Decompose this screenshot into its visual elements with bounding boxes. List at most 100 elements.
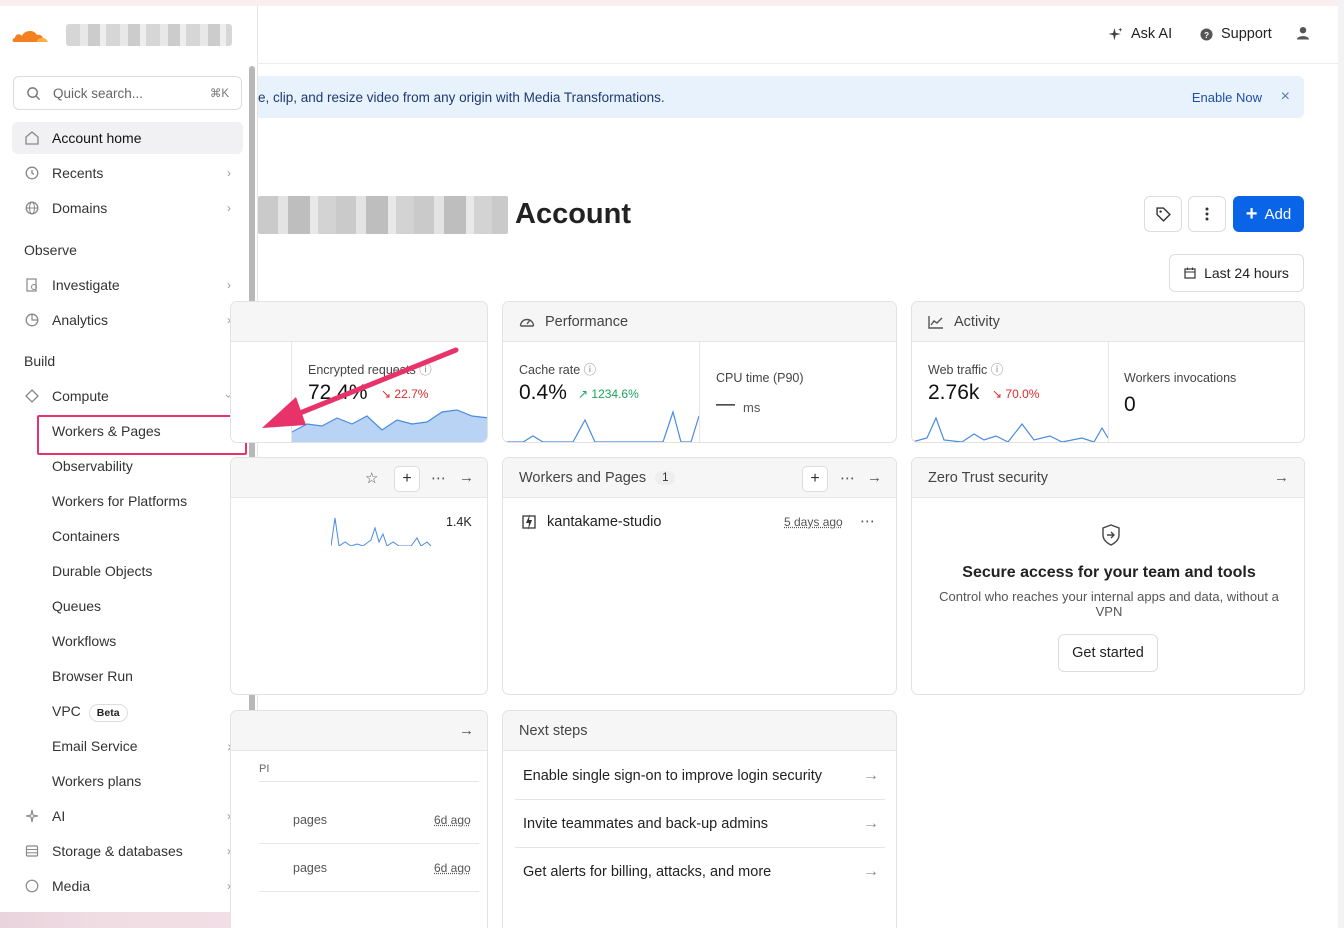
cache-rate-label: Cache rate ⓘ (519, 359, 596, 378)
divider (1108, 342, 1109, 442)
more-horizontal-icon[interactable]: ⋯ (840, 469, 855, 487)
info-icon: ⓘ (419, 363, 432, 377)
step-label: Invite teammates and back-up admins (523, 816, 768, 832)
sparkle-icon (1108, 27, 1123, 42)
arrow-right-icon: → (863, 863, 879, 881)
right-edge-strip (1338, 0, 1344, 928)
sidebar-label: Domains (52, 200, 107, 216)
sidebar-item-storage[interactable]: Storage & databases › (12, 835, 243, 867)
divider (699, 342, 700, 442)
account-name-redacted (258, 196, 508, 234)
sparkle-icon (24, 808, 40, 824)
enable-now-link[interactable]: Enable Now (1192, 90, 1262, 105)
card-title: Activity (954, 314, 1000, 330)
add-label: Add (1264, 206, 1291, 223)
ask-ai-button[interactable]: Ask AI (1108, 26, 1172, 42)
worker-time: 5 days ago (784, 515, 843, 529)
date-range-label: Last 24 hours (1204, 265, 1289, 281)
plus-icon: + (1246, 203, 1258, 226)
card-title: Next steps (519, 723, 588, 739)
chevron-right-icon: › (227, 278, 231, 292)
support-button[interactable]: ? Support (1200, 26, 1272, 42)
sidebar-label: Analytics (52, 312, 108, 328)
activity-card: Activity Web traffic ⓘ 2.76k ↘ 70.0% Wor… (911, 301, 1305, 443)
row-time: 6d ago (434, 813, 471, 827)
card-title: Zero Trust security (928, 470, 1048, 486)
workers-invocations-value: 0 (1124, 393, 1136, 417)
chevron-right-icon: › (227, 166, 231, 180)
close-icon[interactable]: × (1281, 88, 1290, 106)
next-steps-card: Next steps Enable single sign-on to impr… (502, 710, 897, 928)
user-menu-button[interactable] (1296, 26, 1318, 40)
sidebar-label: VPC (52, 703, 81, 719)
add-worker-button[interactable]: + (802, 466, 828, 492)
zt-description: Control who reaches your internal apps a… (928, 589, 1290, 619)
more-horizontal-icon[interactable]: ⋯ (431, 469, 446, 487)
section-observe: Observe (24, 242, 77, 258)
arrow-right-icon[interactable]: → (1274, 469, 1289, 486)
home-icon (24, 130, 40, 146)
more-options-button[interactable] (1188, 196, 1226, 232)
sidebar-label: Recents (52, 165, 103, 181)
date-range-button[interactable]: Last 24 hours (1169, 254, 1304, 292)
performance-card: Performance Cache rate ⓘ 0.4% ↗ 1234.6% … (502, 301, 897, 443)
card-title: Performance (545, 314, 628, 330)
sidebar-sub-workers-for-platforms[interactable]: Workers for Platforms (52, 493, 187, 509)
sidebar-sub-observability[interactable]: Observability (52, 458, 133, 474)
sidebar-item-recents[interactable]: Recents › (12, 157, 243, 189)
next-step-alerts[interactable]: Get alerts for billing, attacks, and mor… (515, 848, 885, 896)
add-button[interactable]: + Add (1233, 196, 1304, 232)
sidebar-label: Account home (52, 130, 142, 146)
cpu-time-unit: ms (743, 400, 760, 415)
workers-invocations-label: Workers invocations (1124, 371, 1236, 385)
worker-bolt-icon (521, 513, 537, 531)
tag-button[interactable] (1144, 196, 1182, 232)
sidebar-sub-workers-plans[interactable]: Workers plans (52, 773, 141, 789)
media-transformations-banner: e, clip, and resize video from any origi… (258, 76, 1304, 118)
sidebar-label: Storage & databases (52, 843, 183, 859)
sidebar-item-ai[interactable]: AI › (12, 800, 243, 832)
cpu-time-label: CPU time (P90) (716, 371, 804, 385)
sidebar-item-investigate[interactable]: Investigate › (12, 269, 243, 301)
top-header: Ask AI ? Support (258, 6, 1338, 64)
banner-text: e, clip, and resize video from any origi… (258, 90, 665, 105)
step-label: Enable single sign-on to improve login s… (523, 768, 822, 784)
metric-label: Encrypted requests (308, 363, 416, 377)
account-name-redacted[interactable] (66, 24, 232, 46)
more-horizontal-icon[interactable]: ⋯ (860, 512, 875, 530)
web-traffic-delta: ↘ 70.0% (992, 387, 1039, 401)
sidebar-sub-containers[interactable]: Containers (52, 528, 120, 544)
clock-icon (24, 165, 40, 181)
sidebar-sub-queues[interactable]: Queues (52, 598, 101, 614)
sidebar-item-domains[interactable]: Domains › (12, 192, 243, 224)
next-step-invite[interactable]: Invite teammates and back-up admins → (515, 800, 885, 848)
get-started-button[interactable]: Get started (1058, 634, 1158, 672)
sidebar-label: Compute (52, 388, 109, 404)
sidebar-item-compute[interactable]: Compute › (12, 380, 243, 412)
globe-icon (24, 200, 40, 216)
ask-ai-label: Ask AI (1131, 26, 1172, 42)
arrow-right-icon[interactable]: → (459, 469, 474, 486)
add-domain-button[interactable]: + (394, 466, 420, 492)
arrow-right-icon: → (863, 767, 879, 785)
sidebar-sub-email-service[interactable]: Email Service › (52, 738, 232, 754)
arrow-right-icon[interactable]: → (867, 469, 882, 486)
sidebar-sub-workflows[interactable]: Workflows (52, 633, 116, 649)
sidebar-item-account-home[interactable]: Account home (12, 122, 243, 154)
step-label: Get alerts for billing, attacks, and mor… (523, 864, 771, 880)
investigate-icon (24, 277, 40, 293)
sidebar-sub-durable-objects[interactable]: Durable Objects (52, 563, 152, 579)
arrow-right-icon[interactable]: → (459, 722, 474, 739)
cloudflare-logo-icon[interactable] (10, 26, 50, 46)
sidebar-item-media[interactable]: Media › (12, 870, 243, 902)
encrypted-requests-label: Encrypted requests ⓘ (308, 359, 432, 378)
star-icon[interactable]: ☆ (365, 469, 378, 487)
quick-search-input[interactable]: Quick search... ⌘K (13, 76, 242, 110)
shield-icon (1101, 524, 1121, 546)
worker-name-link[interactable]: kantakame-studio (547, 514, 661, 530)
sidebar-sub-vpc[interactable]: VPC Beta (52, 703, 128, 722)
web-traffic-label: Web traffic ⓘ (928, 359, 1003, 378)
sidebar-item-analytics[interactable]: Analytics › (12, 304, 243, 336)
next-step-sso[interactable]: Enable single sign-on to improve login s… (515, 752, 885, 800)
sidebar-sub-browser-run[interactable]: Browser Run (52, 668, 133, 684)
